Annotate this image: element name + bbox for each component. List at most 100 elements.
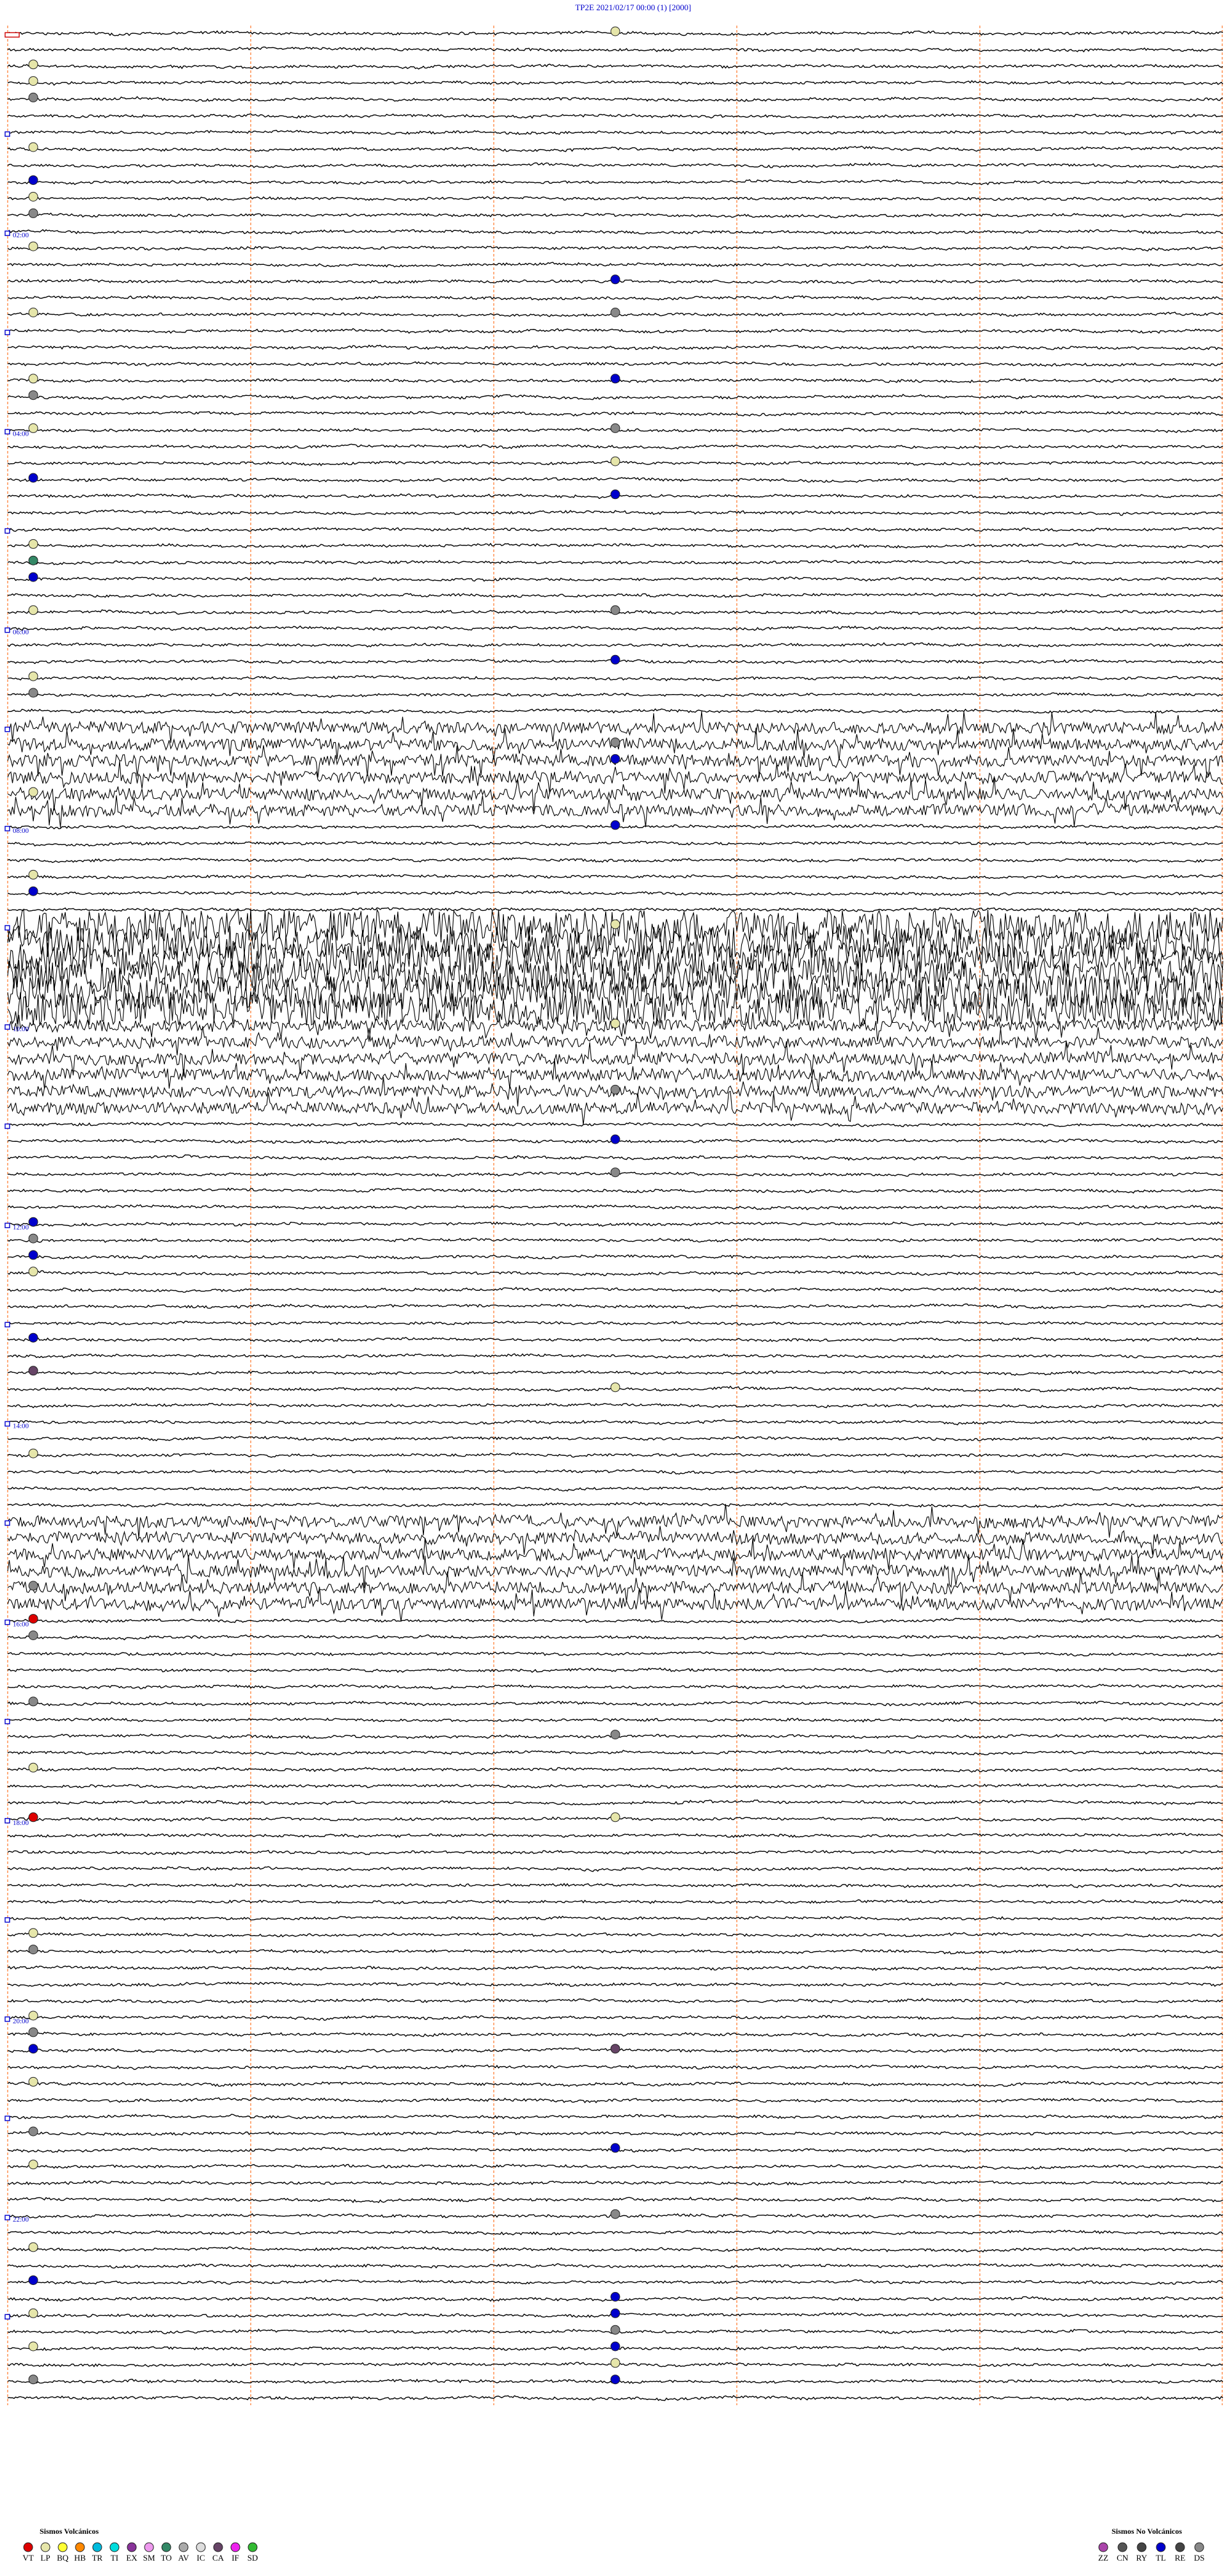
trace-line [7, 778, 1224, 811]
trace-line [7, 1469, 1224, 1475]
trace-line [7, 196, 1224, 201]
trace-line [7, 1799, 1224, 1806]
event-marker-lp [28, 671, 38, 681]
event-marker-ds [28, 208, 38, 218]
trace-line [7, 46, 1224, 53]
hour-marker [4, 1818, 10, 1824]
event-marker-tl [610, 274, 620, 285]
event-marker-lp [28, 308, 38, 317]
event-marker-lp [28, 539, 38, 549]
time-label: 02:00 [13, 232, 29, 239]
trace-line [7, 592, 1224, 598]
trace-line [7, 974, 1224, 1010]
trace-line [7, 559, 1224, 565]
event-marker-lp [28, 1448, 38, 1458]
trace-line [8, 328, 1224, 334]
event-marker-tl [28, 175, 38, 186]
event-marker-ds [610, 2209, 620, 2219]
legend-swatch [40, 2542, 51, 2552]
hour-marker [4, 329, 10, 335]
trace-line [7, 1915, 1224, 1921]
trace-line [7, 1353, 1224, 1359]
event-marker-lp [28, 2242, 38, 2252]
event-marker-ds [28, 2375, 38, 2385]
trace-line [7, 1783, 1224, 1789]
hour-marker [4, 2115, 10, 2121]
trace-line [7, 1204, 1224, 1210]
trace-line [7, 295, 1224, 301]
trace-line [7, 1254, 1224, 1260]
legend-swatch [213, 2542, 223, 2552]
trace-line [7, 1717, 1224, 1723]
event-marker-tl [28, 473, 38, 483]
trace-line [7, 1700, 1224, 1707]
trace-line [7, 477, 1224, 483]
legend-swatch [1098, 2542, 1108, 2552]
trace-line [7, 708, 1224, 715]
trace-line [7, 1617, 1224, 1624]
trace-line [7, 1586, 1224, 1622]
trace-line [7, 1121, 1224, 1128]
hour-marker [4, 1322, 10, 1328]
trace-line [7, 443, 1224, 450]
legend-label: AV [178, 2553, 189, 2563]
legend-swatch [58, 2542, 68, 2552]
hour-marker [4, 429, 10, 435]
time-labels: 02:00 04:00 06:00 08:00 10:00 12:00 14:00 16:00… [13, 232, 29, 2224]
event-marker-tl [610, 820, 620, 830]
trace-line [7, 1237, 1224, 1243]
hour-marker [4, 2314, 10, 2320]
hour-marker [4, 1024, 10, 1030]
event-marker-tl [28, 1332, 38, 1343]
trace-line [7, 179, 1224, 186]
trace-line [7, 2080, 1224, 2087]
time-label: 10:00 [13, 1025, 29, 1033]
event-marker-tl [610, 374, 620, 384]
legend-label: HB [74, 2553, 86, 2563]
event-marker-lp [28, 59, 38, 70]
trace-line [7, 1634, 1224, 1641]
legend-non-volcanic-title: Sismos No Volcánicos [1112, 2527, 1182, 2536]
event-marker-lp [28, 241, 38, 251]
trace-line [7, 1187, 1224, 1194]
trace-line [7, 1651, 1224, 1657]
trace-line [7, 2196, 1224, 2204]
chart-title: TP2E 2021/02/17 00:00 (1) [2000] [575, 3, 691, 12]
time-label: 16:00 [13, 1621, 29, 1629]
legend-swatch [109, 2542, 120, 2552]
trace-line [7, 2064, 1224, 2070]
time-label: 08:00 [13, 827, 29, 835]
trace-line [7, 1948, 1224, 1955]
event-marker-ca [28, 1366, 38, 1376]
event-marker-ds [28, 1696, 38, 1707]
event-marker-tl [610, 1134, 620, 1144]
trace-line [7, 2114, 1224, 2119]
event-marker-lp [28, 2076, 38, 2087]
event-marker-tl [28, 1217, 38, 1227]
event-marker-tl [28, 2044, 38, 2054]
trace-line [7, 229, 1224, 235]
trace-line [7, 1833, 1224, 1838]
legend-label: ZZ [1098, 2553, 1108, 2563]
event-marker-lp [28, 2160, 38, 2170]
legend-swatch [75, 2542, 85, 2552]
trace-line [7, 1320, 1224, 1327]
event-marker-lp [610, 2358, 620, 2368]
time-label: 14:00 [13, 1422, 29, 1430]
trace-line [7, 1270, 1223, 1276]
trace-line [7, 642, 1224, 648]
trace-line [7, 1981, 1224, 1987]
event-marker-tl [610, 654, 620, 665]
hour-marker [4, 826, 10, 832]
legend-label: CN [1117, 2553, 1129, 2563]
trace-line [7, 2180, 1224, 2186]
trace-line [7, 576, 1224, 582]
event-marker-ds [610, 2325, 620, 2335]
hour-marker [4, 32, 20, 38]
legend-label: BQ [57, 2553, 69, 2563]
trace-line [7, 1866, 1224, 1872]
trace-line [7, 907, 1224, 912]
trace-line [7, 675, 1224, 682]
trace-line [7, 1403, 1224, 1409]
event-marker-ds [610, 1167, 620, 1178]
